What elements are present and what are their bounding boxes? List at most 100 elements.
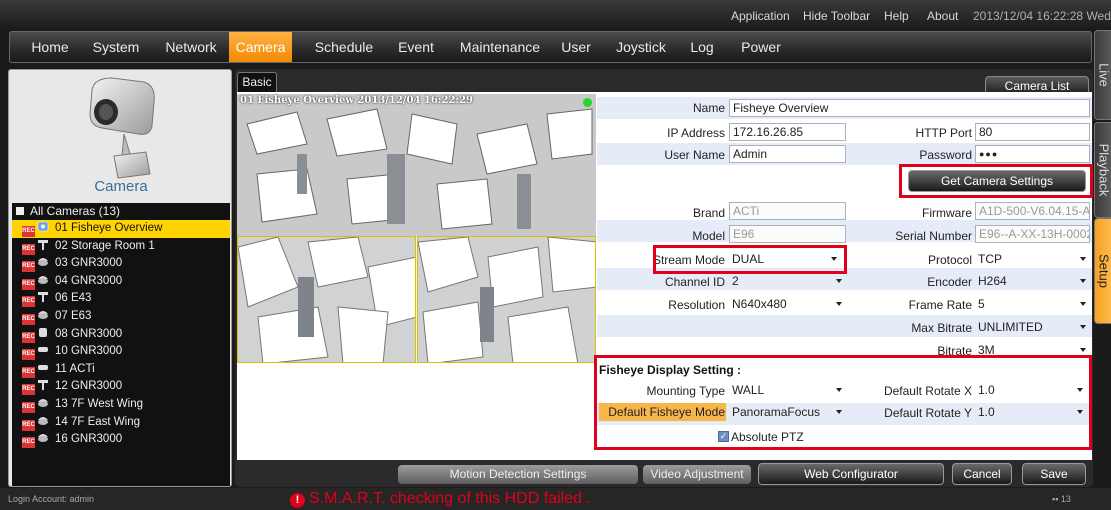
cancel-button[interactable]: Cancel (952, 463, 1012, 485)
camera-list-item-label: 12 GNR3000 (55, 380, 123, 393)
password-label: Password (919, 148, 972, 162)
brand-label: Brand (692, 206, 725, 220)
password-input[interactable]: ●●● (975, 145, 1090, 163)
nav-camera[interactable]: Camera (229, 32, 292, 62)
application-menu[interactable]: Application (731, 9, 790, 23)
nav-system[interactable]: System (88, 32, 144, 62)
rec-badge-icon: REC (22, 349, 35, 361)
rec-badge-icon: REC (22, 226, 35, 237)
nav-power[interactable]: Power (735, 32, 787, 62)
nav-joystick[interactable]: Joystick (610, 32, 672, 62)
rec-badge-icon: REC (22, 366, 35, 378)
username-label: User Name (664, 148, 725, 162)
dome-camera-icon (38, 398, 48, 407)
highlight-get-settings (899, 164, 1093, 198)
camera-list-item[interactable]: REC 14 7F East Wing (12, 414, 230, 432)
camera-list-item[interactable]: REC 13 7F West Wing (12, 396, 230, 414)
chevron-down-icon (1077, 388, 1083, 392)
rec-badge-icon: REC (22, 384, 35, 396)
camera-list-item[interactable]: REC 10 GNR3000 (12, 343, 230, 361)
camera-list: All Cameras (13) REC 01 Fisheye Overview R… (12, 203, 230, 486)
http-port-input[interactable]: 80 (975, 123, 1090, 141)
chevron-down-icon (836, 388, 842, 392)
mounting-type-select[interactable]: WALL (729, 381, 846, 399)
nav-event[interactable]: Event (394, 32, 438, 62)
channel-id-value: 2 (732, 274, 739, 288)
help-link[interactable]: Help (884, 9, 909, 23)
chevron-down-icon (1080, 257, 1086, 261)
rotate-y-select[interactable]: 1.0 (975, 403, 1087, 421)
camera-list-item[interactable]: REC 04 GNR3000 (12, 273, 230, 291)
rotate-x-value: 1.0 (978, 383, 995, 397)
motion-detection-button[interactable]: Motion Detection Settings (398, 465, 638, 484)
resolution-value: N640x480 (732, 297, 787, 311)
camera-list-item[interactable]: REC 03 GNR3000 (12, 255, 230, 273)
rotate-x-select[interactable]: 1.0 (975, 381, 1087, 399)
tab-setup[interactable]: Setup (1094, 218, 1111, 324)
video-adjustment-button[interactable]: Video Adjustment (643, 465, 751, 484)
about-link[interactable]: About (927, 9, 958, 23)
hdd-count: ▪▪ 13 (1052, 494, 1071, 504)
nav-user[interactable]: User (557, 32, 595, 62)
camera-list-item-label: 13 7F West Wing (55, 397, 143, 410)
nav-log[interactable]: Log (687, 32, 717, 62)
protocol-select[interactable]: TCP (975, 250, 1090, 268)
frame-rate-label: Frame Rate (908, 298, 972, 312)
camera-list-item[interactable]: REC 01 Fisheye Overview (12, 220, 230, 238)
tab-live[interactable]: Live (1094, 30, 1111, 120)
encoder-select[interactable]: H264 (975, 272, 1090, 290)
brand-input: ACTi (729, 202, 846, 220)
camera-list-item-label: 01 Fisheye Overview (55, 222, 163, 234)
nav-network[interactable]: Network (160, 32, 222, 62)
camera-list-item[interactable]: REC 11 ACTi (12, 361, 230, 379)
nav-schedule[interactable]: Schedule (308, 32, 380, 62)
dome-camera-icon (38, 310, 48, 319)
firmware-label: Firmware (922, 206, 972, 220)
login-account: Login Account: admin (8, 494, 95, 504)
video-preview[interactable]: 01 Fisheye Overview 2013/12/04 16:22:29 (237, 94, 596, 363)
hide-toolbar-link[interactable]: Hide Toolbar (803, 9, 870, 23)
status-bar: Login Account: admin ! S.M.A.R.T. checkin… (0, 488, 1111, 510)
collapse-icon[interactable] (16, 207, 24, 215)
camera-list-item-label: 03 GNR3000 (55, 257, 123, 270)
absolute-ptz-checkbox[interactable]: ✓ (718, 431, 729, 442)
camera-list-header[interactable]: All Cameras (13) (12, 203, 230, 220)
web-configurator-button[interactable]: Web Configurator (758, 463, 944, 485)
ip-address-input[interactable]: 172.16.26.85 (729, 123, 846, 141)
camera-list-header-label: All Cameras (13) (30, 204, 121, 218)
fisheye-section-title: Fisheye Display Setting : (599, 363, 742, 377)
tab-playback[interactable]: Playback (1094, 122, 1111, 218)
chevron-down-icon (836, 302, 842, 306)
nav-home[interactable]: Home (26, 32, 74, 62)
hdd-alert[interactable]: ! S.M.A.R.T. checking of this HDD failed … (290, 490, 591, 508)
warning-icon: ! (290, 493, 305, 508)
rec-badge-icon: REC (22, 296, 35, 308)
max-bitrate-label: Max Bitrate (911, 321, 972, 335)
tab-basic[interactable]: Basic (237, 72, 277, 92)
fisheye-panorama-view (237, 94, 596, 236)
max-bitrate-select[interactable]: UNLIMITED (975, 318, 1090, 336)
channel-id-select[interactable]: 2 (729, 272, 846, 290)
hdd-count-value: 13 (1060, 494, 1071, 504)
resolution-select[interactable]: N640x480 (729, 295, 846, 313)
name-input[interactable]: Fisheye Overview (729, 99, 1090, 117)
save-button[interactable]: Save (1022, 463, 1086, 485)
username-input[interactable]: Admin (729, 145, 846, 163)
camera-list-item[interactable]: REC 12 GNR3000 (12, 378, 230, 396)
camera-list-item[interactable]: REC 06 E43 (12, 290, 230, 308)
highlight-stream-mode (653, 245, 847, 274)
camera-list-item-label: 11 ACTi (55, 362, 95, 375)
camera-list-item-label: 08 GNR3000 (55, 327, 123, 340)
camera-list-item[interactable]: REC 08 GNR3000 (12, 326, 230, 344)
nav-maintenance[interactable]: Maintenance (456, 32, 544, 62)
video-caption: 01 Fisheye Overview 2013/12/04 16:22:29 (240, 95, 474, 106)
bitrate-select[interactable]: 3M (975, 341, 1090, 355)
camera-list-item[interactable]: REC 02 Storage Room 1 (12, 238, 230, 256)
camera-list-item[interactable]: REC 16 GNR3000 (12, 431, 230, 449)
fisheye-camera-icon (37, 221, 49, 232)
camera-list-item[interactable]: REC 07 E63 (12, 308, 230, 326)
encoder-value: H264 (978, 274, 1007, 288)
frame-rate-select[interactable]: 5 (975, 295, 1090, 313)
bullet-camera-icon (38, 364, 48, 370)
fisheye-mode-select[interactable]: PanoramaFocus (729, 403, 846, 421)
